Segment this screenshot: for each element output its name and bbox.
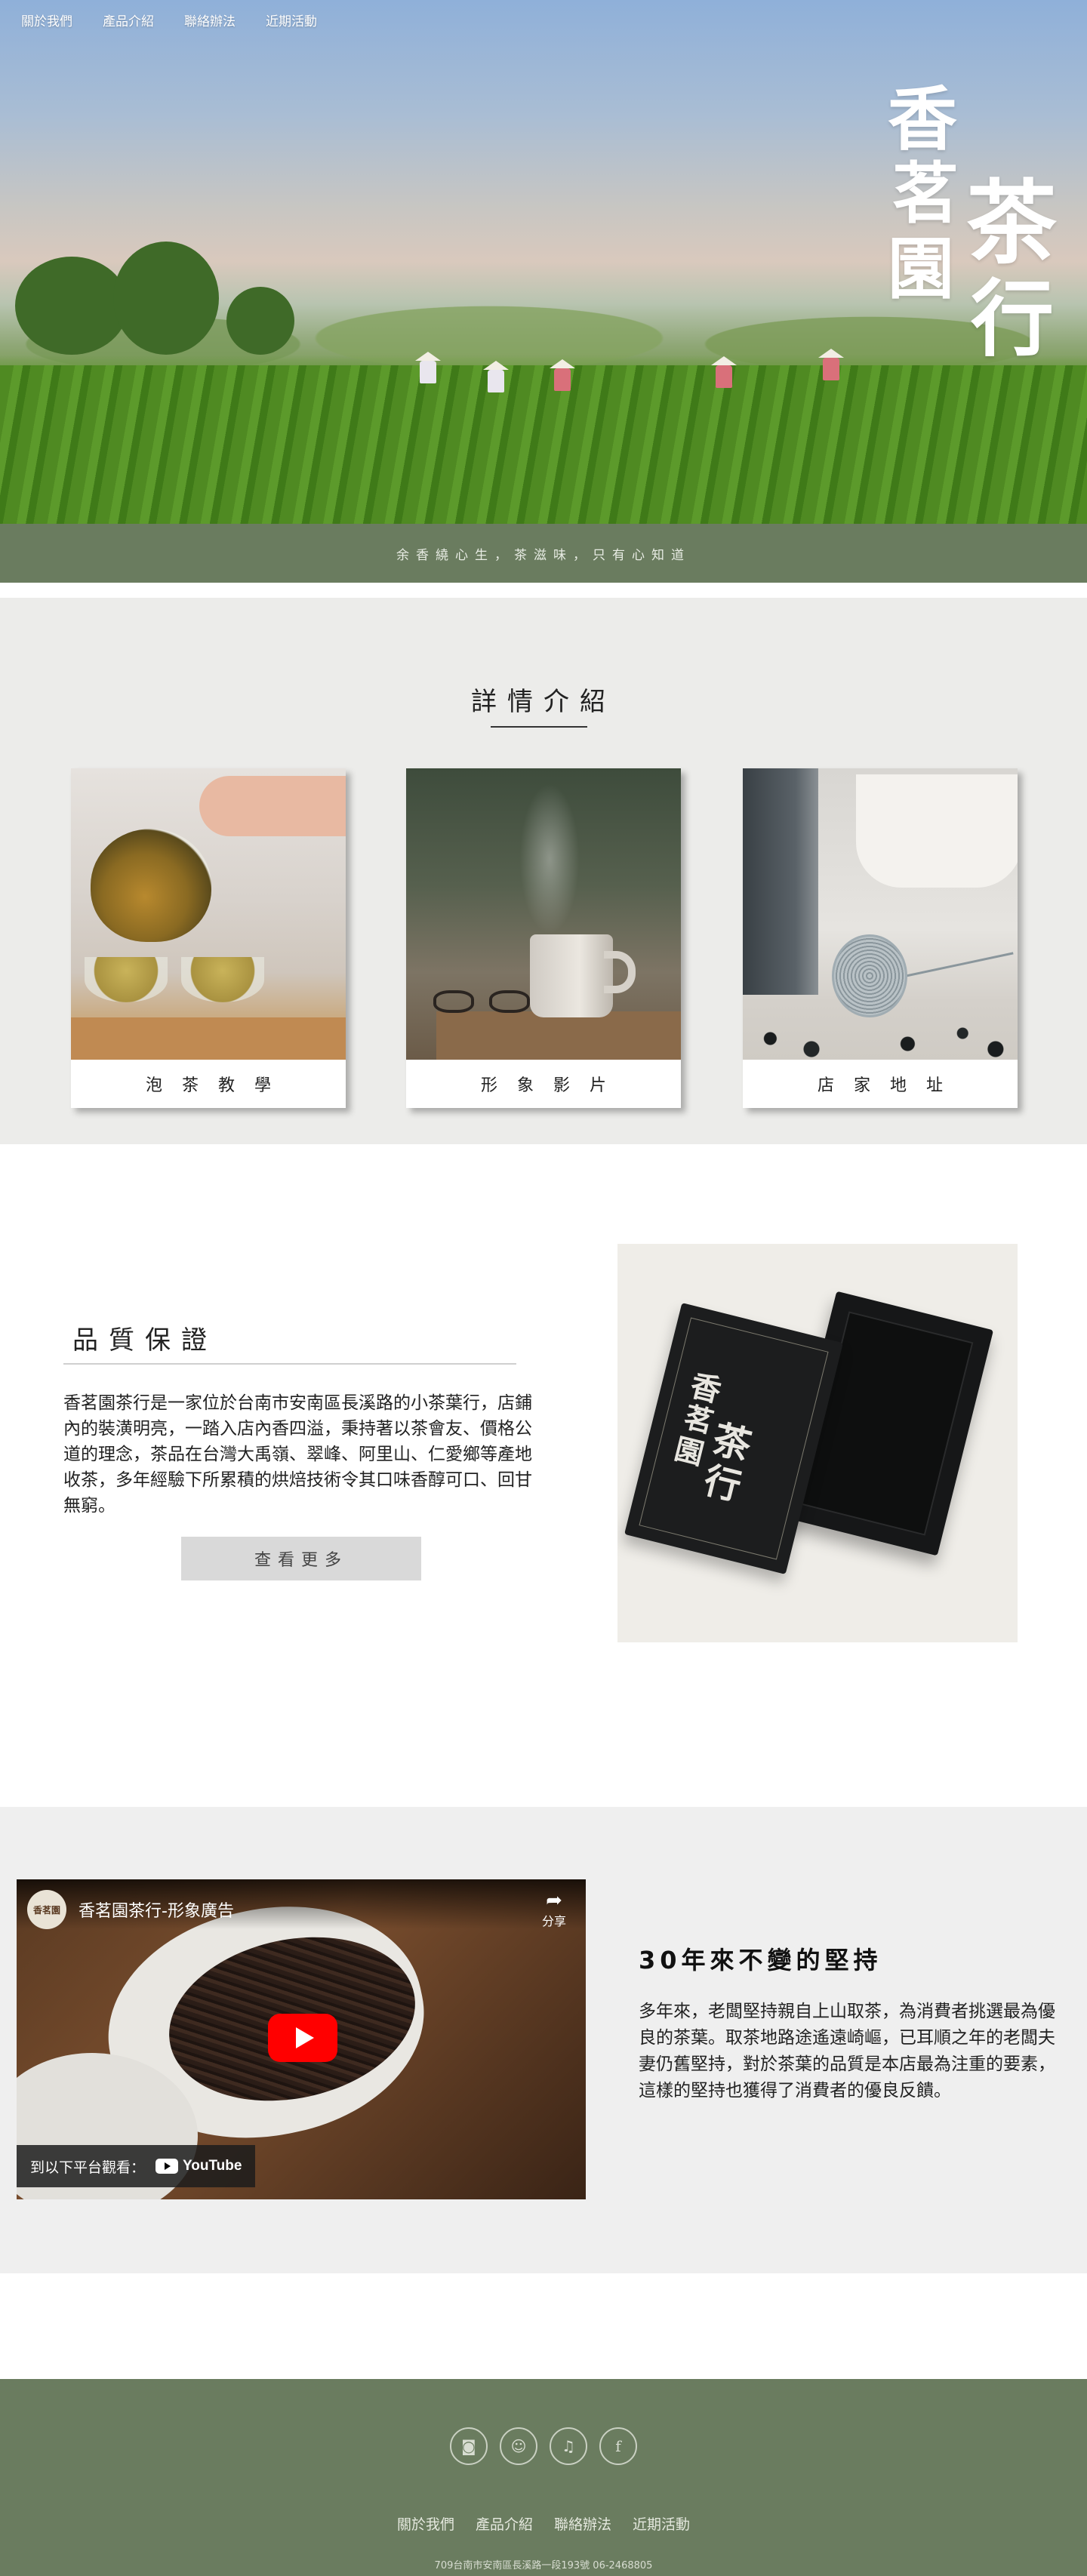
play-button[interactable] bbox=[268, 2014, 337, 2062]
video-section: 香茗園 香茗園茶行-形象廣告 ➦ 分享 到以下平台觀看： YouTube 30年… bbox=[0, 1807, 1087, 2273]
footer-nav-contact[interactable]: 聯絡辦法 bbox=[554, 2513, 611, 2534]
hero-tea-picker bbox=[818, 349, 844, 383]
card-store-address[interactable]: 店家地址 bbox=[743, 768, 1018, 1108]
tagline-bar: 余香繞心生，茶滋味，只有心知道 bbox=[0, 524, 1087, 583]
hero-banner: 關於我們 產品介紹 聯絡辦法 近期活動 香 茗 園 茶 行 bbox=[0, 0, 1087, 524]
watch-on-youtube-bar[interactable]: 到以下平台觀看： YouTube bbox=[17, 2145, 256, 2187]
quality-divider bbox=[63, 1363, 516, 1365]
hero-tree bbox=[226, 287, 294, 355]
tea-infuser-photo bbox=[743, 768, 1018, 1060]
social-links: ◙ ☺ ♫ f bbox=[0, 2427, 1087, 2465]
nav-about[interactable]: 關於我們 bbox=[21, 11, 72, 29]
details-title: 詳情介紹 bbox=[471, 687, 616, 717]
hero-tea-picker bbox=[550, 359, 575, 394]
instagram-icon[interactable]: ◙ bbox=[450, 2427, 488, 2465]
share-button[interactable]: ➦ 分享 bbox=[542, 1890, 566, 1929]
view-more-button[interactable]: 查看更多 bbox=[181, 1537, 421, 1580]
share-label: 分享 bbox=[541, 1914, 566, 1928]
card-label: 形象影片 bbox=[480, 1076, 626, 1095]
story-description: 多年來，老闆堅持親自上山取茶，為消費者挑選最為優良的茶葉。取茶地路途遙遠崎嶇，已… bbox=[639, 2002, 1055, 2101]
play-icon bbox=[296, 2027, 314, 2048]
mug-photo bbox=[406, 768, 681, 1060]
hero-tea-picker bbox=[415, 352, 441, 386]
facebook-icon[interactable]: f bbox=[599, 2427, 637, 2465]
footer-nav-events[interactable]: 近期活動 bbox=[633, 2513, 690, 2534]
hero-calligraphy-logo: 香 茗 園 茶 行 bbox=[888, 78, 1057, 368]
details-section: 詳情介紹 泡茶教學 形象影片 店家地址 bbox=[0, 598, 1087, 1144]
card-label: 店家地址 bbox=[817, 1076, 962, 1095]
footer-navigation: 關於我們 產品介紹 聯絡辦法 近期活動 bbox=[0, 2513, 1087, 2534]
story-title: 30年來不變的堅持 bbox=[639, 1946, 882, 1974]
top-navigation: 關於我們 產品介紹 聯絡辦法 近期活動 bbox=[21, 11, 317, 29]
hero-tea-picker bbox=[711, 356, 737, 391]
quality-title: 品質保證 bbox=[72, 1325, 217, 1356]
quality-section: 品質保證 香茗園茶行是一家位於台南市安南區長溪路的小茶葉行，店鋪內的裝潢明亮，一… bbox=[0, 1144, 1087, 1807]
hero-tree bbox=[113, 242, 219, 355]
footer-nav-products[interactable]: 產品介紹 bbox=[476, 2513, 533, 2534]
teapot-photo bbox=[71, 768, 346, 1060]
snapchat-icon[interactable]: ☺ bbox=[500, 2427, 537, 2465]
details-title-underline bbox=[491, 726, 587, 728]
hero-tree bbox=[15, 257, 128, 355]
footer-address: 709台南市安南區長溪路一段193號 06-2468805 bbox=[434, 2560, 653, 2571]
card-promo-video[interactable]: 形象影片 bbox=[406, 768, 681, 1108]
youtube-logo: YouTube bbox=[156, 2158, 242, 2174]
hero-tea-picker bbox=[483, 361, 509, 395]
nav-products[interactable]: 產品介紹 bbox=[103, 11, 154, 29]
share-icon: ➦ bbox=[546, 1889, 562, 1912]
site-footer: ◙ ☺ ♫ f 關於我們 產品介紹 聯絡辦法 近期活動 709台南市安南區長溪路… bbox=[0, 2379, 1087, 2576]
tea-gift-box-photo: 香 茗 園 茶 行 bbox=[617, 1244, 1018, 1642]
quality-description: 香茗園茶行是一家位於台南市安南區長溪路的小茶葉行，店鋪內的裝潢明亮，一踏入店內香… bbox=[63, 1393, 532, 1516]
video-title[interactable]: 香茗園茶行-形象廣告 bbox=[79, 1897, 234, 1922]
watch-label: 到以下平台觀看： bbox=[30, 2159, 146, 2176]
card-label: 泡茶教學 bbox=[145, 1076, 291, 1095]
hero-tea-field bbox=[0, 365, 1087, 524]
nav-contact[interactable]: 聯絡辦法 bbox=[184, 11, 236, 29]
card-tea-tutorial[interactable]: 泡茶教學 bbox=[71, 768, 346, 1108]
nav-events[interactable]: 近期活動 bbox=[266, 11, 317, 29]
youtube-video-player[interactable]: 香茗園 香茗園茶行-形象廣告 ➦ 分享 到以下平台觀看： YouTube bbox=[17, 1879, 586, 2199]
tagline-text: 余香繞心生，茶滋味，只有心知道 bbox=[396, 547, 691, 563]
channel-avatar[interactable]: 香茗園 bbox=[27, 1890, 66, 1929]
footer-nav-about[interactable]: 關於我們 bbox=[397, 2513, 454, 2534]
youtube-icon bbox=[156, 2159, 179, 2174]
twitter-icon[interactable]: ♫ bbox=[550, 2427, 587, 2465]
